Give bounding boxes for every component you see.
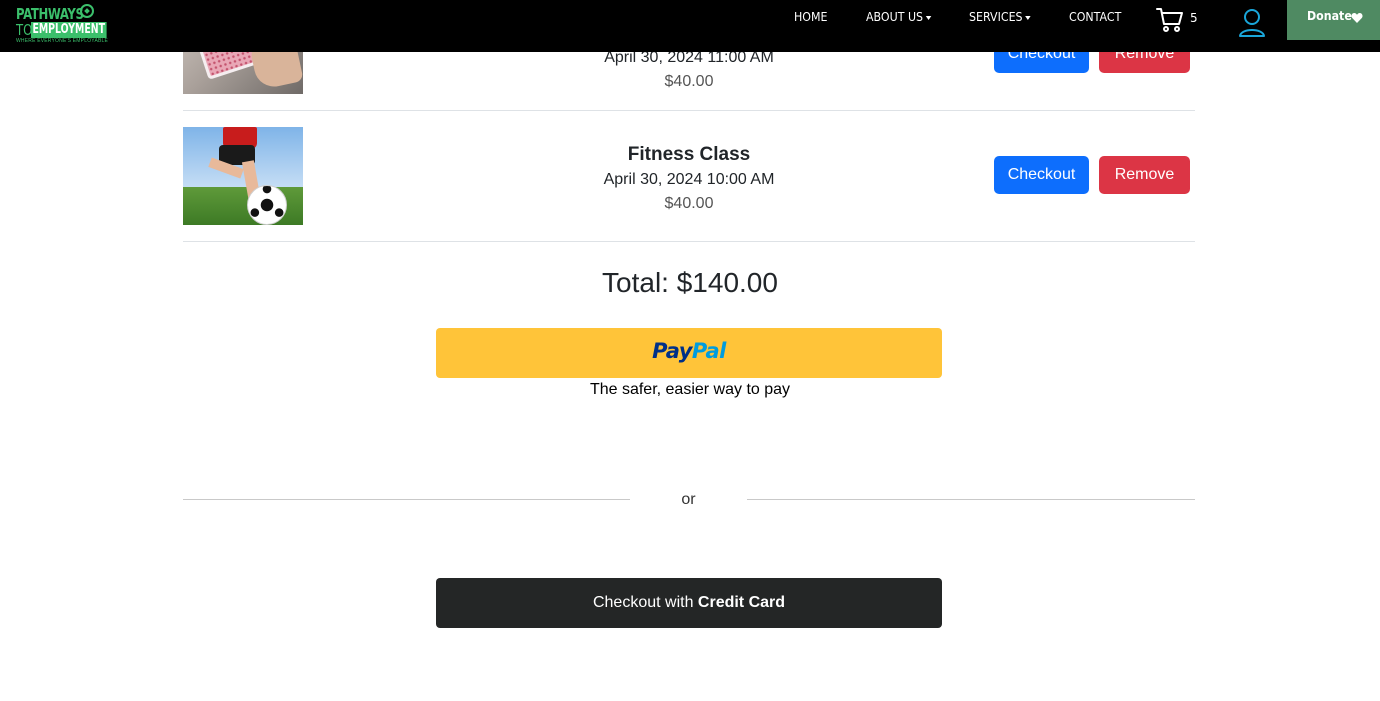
- site-logo[interactable]: PATHWAYS TO EMPLOYMENT WHERE EVERYONE'S …: [14, 3, 108, 45]
- nav-about-us[interactable]: ABOUT US: [866, 9, 932, 25]
- nav-services[interactable]: SERVICES: [969, 9, 1031, 25]
- cart-page: April 30, 2024 11:00 AM $40.00 Checkout …: [0, 0, 1380, 701]
- cart-item: Fitness Class April 30, 2024 10:00 AM $4…: [183, 111, 1195, 242]
- item-price: $40.00: [664, 73, 714, 90]
- paypal-button[interactable]: PayPal: [436, 328, 942, 378]
- nav-contact[interactable]: CONTACT: [1069, 9, 1121, 25]
- donate-button[interactable]: Donate: [1287, 0, 1380, 40]
- divider: [747, 499, 1195, 500]
- cart-total: Total: $140.00: [602, 267, 778, 298]
- caret-down-icon: [925, 15, 932, 20]
- soccer-ball: [247, 185, 287, 225]
- paypal-logo: PayPal: [652, 339, 726, 363]
- account-button[interactable]: [1238, 8, 1266, 38]
- cart-button[interactable]: 5: [1156, 7, 1200, 33]
- item-price: $40.00: [664, 195, 714, 212]
- navbar: PATHWAYS TO EMPLOYMENT WHERE EVERYONE'S …: [0, 0, 1380, 52]
- divider: [183, 499, 630, 500]
- remove-button[interactable]: Remove: [1099, 156, 1190, 194]
- cart-count: 5: [1190, 11, 1198, 25]
- credit-card-emphasis: Credit Card: [697, 594, 786, 611]
- user-icon: [1239, 9, 1265, 37]
- cart-icon: [1156, 8, 1183, 32]
- item-image-soccer: [183, 127, 303, 225]
- heart-icon: [1351, 13, 1363, 23]
- credit-card-checkout-button[interactable]: Checkout with Credit Card: [436, 578, 942, 628]
- checkout-button[interactable]: Checkout: [994, 156, 1089, 194]
- caret-down-icon: [1025, 15, 1031, 20]
- compass-icon: [80, 4, 94, 18]
- paypal-tagline: The safer, easier way to pay: [589, 381, 791, 398]
- nav-home[interactable]: HOME: [794, 9, 827, 25]
- divider-or-text: or: [681, 491, 696, 508]
- credit-card-prefix: Checkout with: [592, 594, 698, 611]
